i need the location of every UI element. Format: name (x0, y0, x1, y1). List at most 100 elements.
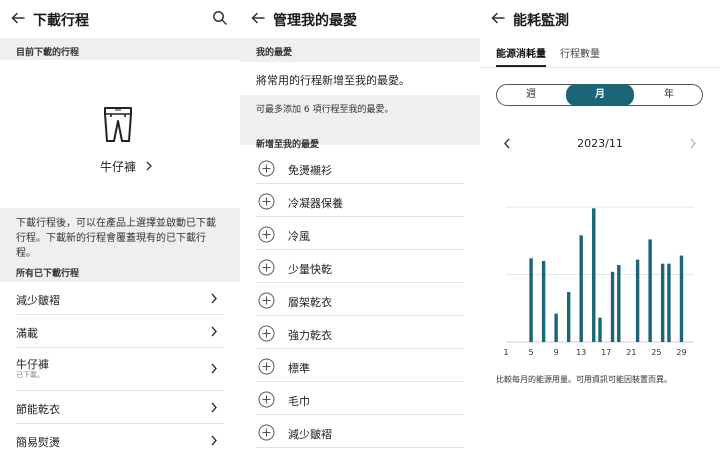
chevron-right-icon (211, 363, 217, 374)
list-item[interactable]: 滿載 (16, 315, 224, 348)
bar (660, 263, 665, 342)
list-item-label: 減少皺褶 (288, 428, 332, 441)
x-tick-label: 5 (529, 348, 534, 357)
list-item-label: 層架乾衣 (288, 296, 332, 309)
add-circle-icon[interactable] (258, 193, 275, 210)
chevron-right-icon (211, 435, 217, 446)
list-item[interactable]: 減少皺褶 (256, 415, 464, 448)
list-item-label: 簡易熨燙 (16, 436, 60, 449)
x-tick-label: 17 (601, 348, 611, 357)
list-item[interactable]: 冷風 (256, 217, 464, 250)
bar (635, 259, 640, 342)
downloaded-cycle-list: 減少皺褶 滿載 牛仔褲 已下載。 節能乾衣 簡易熨燙 (0, 282, 240, 455)
list-item-label: 強力乾衣 (288, 329, 332, 342)
current-cycle-card[interactable]: 牛仔褲 (0, 60, 240, 200)
all-downloaded-header: 所有已下載行程 (0, 266, 240, 282)
download-cycle-panel: 下載行程 目前下載的行程 牛仔褲 下載行程後，可以在產品上選擇並啟動已下載行程。… (0, 0, 240, 455)
bar (667, 263, 671, 342)
top-bar: 下載行程 (0, 0, 240, 38)
top-bar: 能耗監測 (480, 0, 720, 38)
segment-year[interactable]: 年 (635, 85, 703, 105)
bar (566, 292, 571, 342)
chevron-right-icon (146, 161, 152, 171)
list-item[interactable]: 牛仔褲 已下載。 (16, 348, 224, 391)
add-to-favorites-header: 新增至我的最愛 (256, 140, 320, 150)
add-circle-icon[interactable] (258, 292, 275, 309)
next-month-icon[interactable] (688, 138, 697, 149)
bar (610, 271, 615, 342)
current-cycle-name: 牛仔褲 (100, 160, 137, 174)
energy-monitoring-panel: 能耗監測 能源消耗量 行程數量 週 月 年 2023/11 1 5 9 13 17 21 2… (480, 0, 720, 455)
bar (554, 313, 558, 342)
list-item[interactable]: 強力乾衣 (256, 316, 464, 349)
bar (617, 265, 621, 342)
favorites-header: 我的最愛 (240, 38, 480, 62)
period-segmented-control: 週 月 年 (496, 84, 703, 106)
add-circle-icon[interactable] (258, 424, 275, 441)
list-item-label: 減少皺褶 (16, 294, 60, 307)
list-item-label: 冷凝器保養 (288, 197, 343, 210)
manage-favorites-panel: 管理我的最愛 我的最愛 將常用的行程新增至我的最愛。 可最多添加 6 項行程至我… (240, 0, 480, 455)
list-item[interactable]: 簡易熨燙 (16, 424, 224, 455)
list-item-label: 標準 (288, 362, 310, 375)
x-tick-label: 13 (576, 348, 586, 357)
list-item[interactable]: 少量快乾 (256, 250, 464, 283)
list-item[interactable]: 節能乾衣 (16, 391, 224, 424)
list-item-label: 滿載 (16, 327, 38, 340)
favorites-limit-text: 可最多添加 6 項行程至我的最愛。 (256, 105, 394, 115)
search-icon[interactable] (212, 10, 228, 26)
energy-bar-chart: 1 5 9 13 17 21 25 29 (503, 206, 694, 357)
chevron-right-icon (211, 293, 217, 304)
x-tick-label: 25 (651, 348, 661, 357)
list-item-label: 毛巾 (288, 395, 310, 408)
list-item-label: 少量快乾 (288, 263, 332, 276)
add-favorite-list: 免燙襯衫 冷凝器保養 冷風 少量快乾 層架乾衣 強力乾衣 標準 毛巾 減少皺褶 (240, 151, 480, 448)
list-item[interactable]: 毛巾 (256, 382, 464, 415)
back-arrow-icon[interactable] (10, 10, 26, 26)
favorites-hint: 將常用的行程新增至我的最愛。 (240, 62, 480, 95)
list-item[interactable]: 減少皺褶 (16, 282, 224, 315)
list-item[interactable]: 免燙襯衫 (256, 151, 464, 184)
chevron-right-icon (211, 326, 217, 337)
active-tab-indicator (496, 65, 546, 67)
segment-month[interactable]: 月 (566, 84, 634, 106)
favorites-limit-section: 可最多添加 6 項行程至我的最愛。 新增至我的最愛 (240, 95, 480, 150)
current-cycle-header: 目前下載的行程 (0, 38, 240, 60)
top-bar: 管理我的最愛 (240, 0, 480, 38)
add-circle-icon[interactable] (258, 259, 275, 276)
pants-icon (104, 107, 132, 142)
x-tick-label: 29 (676, 348, 686, 357)
add-circle-icon[interactable] (258, 325, 275, 342)
add-circle-icon[interactable] (258, 160, 275, 177)
back-arrow-icon[interactable] (490, 10, 506, 26)
list-item-label: 節能乾衣 (16, 403, 60, 416)
tab-bar: 能源消耗量 行程數量 (480, 38, 720, 68)
x-tick-label: 9 (554, 348, 559, 357)
add-circle-icon[interactable] (258, 226, 275, 243)
list-item[interactable]: 標準 (256, 349, 464, 382)
list-item-label: 冷風 (288, 230, 310, 243)
list-item-label: 免燙襯衫 (288, 164, 332, 177)
x-tick-label: 1 (503, 348, 508, 357)
tab-cycle-count[interactable]: 行程數量 (560, 45, 600, 60)
bar (598, 317, 602, 342)
month-label: 2023/11 (577, 137, 623, 150)
page-title: 下載行程 (33, 13, 89, 29)
bar (592, 208, 596, 342)
list-item[interactable]: 層架乾衣 (256, 283, 464, 316)
bar (679, 255, 684, 342)
back-arrow-icon[interactable] (250, 10, 266, 26)
bar (541, 261, 546, 342)
downloaded-status: 已下載。 (16, 371, 44, 379)
chevron-right-icon (211, 402, 217, 413)
add-circle-icon[interactable] (258, 391, 275, 408)
bar (579, 235, 583, 342)
chart-note: 比較每月的能源用量。可用資訊可能因裝置而異。 (496, 375, 672, 384)
list-item[interactable]: 冷凝器保養 (256, 184, 464, 217)
segment-week[interactable]: 週 (497, 85, 565, 105)
tab-energy-consumption[interactable]: 能源消耗量 (496, 45, 546, 60)
page-title: 能耗監測 (513, 13, 569, 29)
page-title: 管理我的最愛 (273, 13, 357, 29)
x-tick-label: 21 (626, 348, 636, 357)
add-circle-icon[interactable] (258, 358, 275, 375)
